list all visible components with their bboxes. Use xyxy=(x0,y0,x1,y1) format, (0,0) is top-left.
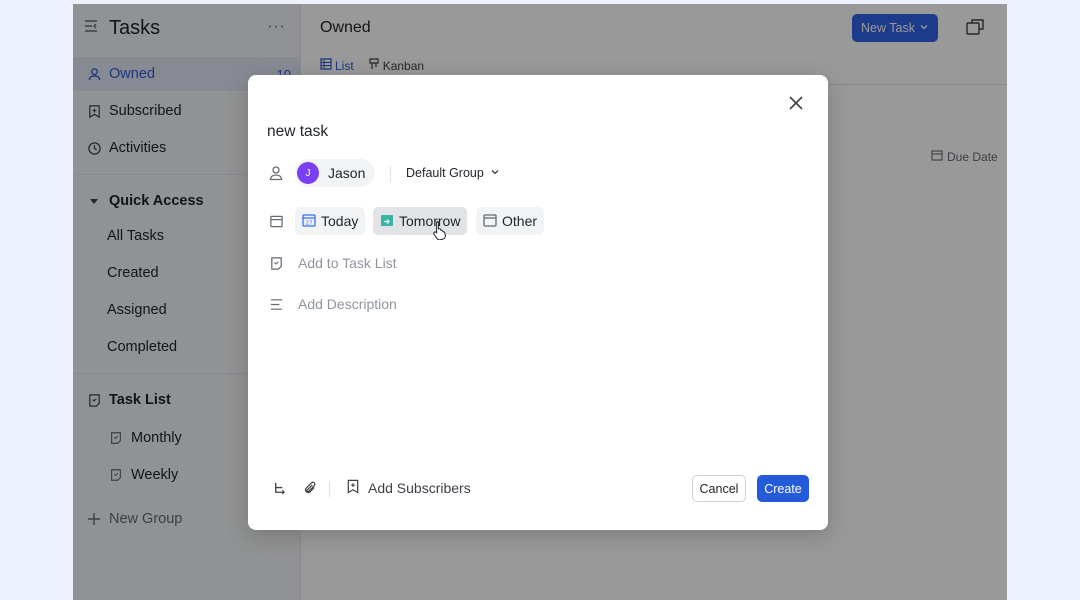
avatar: J xyxy=(297,162,319,184)
assignee-chip[interactable]: J Jason xyxy=(295,159,376,187)
calendar-icon xyxy=(483,213,497,230)
create-button[interactable]: Create xyxy=(757,475,809,502)
date-option-label: Today xyxy=(321,213,359,229)
date-option-label: Tomorrow xyxy=(399,213,461,229)
tomorrow-button[interactable]: Tomorrow xyxy=(373,207,468,235)
today-button[interactable]: 27 Today xyxy=(295,207,366,235)
hand-cursor-icon xyxy=(432,220,448,245)
close-icon xyxy=(789,96,803,110)
subtask-icon[interactable] xyxy=(270,479,288,497)
assignee-icon xyxy=(267,164,285,182)
attachment-icon[interactable] xyxy=(301,479,319,497)
separator xyxy=(329,481,330,497)
description-icon xyxy=(267,295,285,313)
add-subscribers-label: Add Subscribers xyxy=(368,480,471,496)
task-title-input[interactable]: new task xyxy=(267,123,328,141)
separator xyxy=(390,166,391,182)
task-list-icon xyxy=(267,254,285,272)
bookmark-add-icon xyxy=(346,479,360,497)
add-description[interactable]: Add Description xyxy=(298,296,397,312)
group-dropdown[interactable]: Default Group xyxy=(406,166,500,180)
group-label: Default Group xyxy=(406,166,484,180)
add-to-task-list[interactable]: Add to Task List xyxy=(298,255,397,271)
assignee-name: Jason xyxy=(328,165,366,181)
cancel-button[interactable]: Cancel xyxy=(692,475,746,502)
add-subscribers-button[interactable]: Add Subscribers xyxy=(346,479,471,497)
dialog-footer: Add Subscribers Cancel Create xyxy=(248,466,828,530)
chevron-down-icon xyxy=(490,166,500,180)
new-task-dialog: new task J Jason Default Group 27 Today … xyxy=(248,75,828,530)
due-date-icon xyxy=(267,212,285,230)
close-button[interactable] xyxy=(786,93,806,113)
svg-text:27: 27 xyxy=(306,220,313,226)
calendar-tomorrow-icon xyxy=(380,213,394,230)
calendar-today-icon: 27 xyxy=(302,213,316,230)
date-option-label: Other xyxy=(502,213,538,229)
other-date-button[interactable]: Other xyxy=(476,207,545,235)
